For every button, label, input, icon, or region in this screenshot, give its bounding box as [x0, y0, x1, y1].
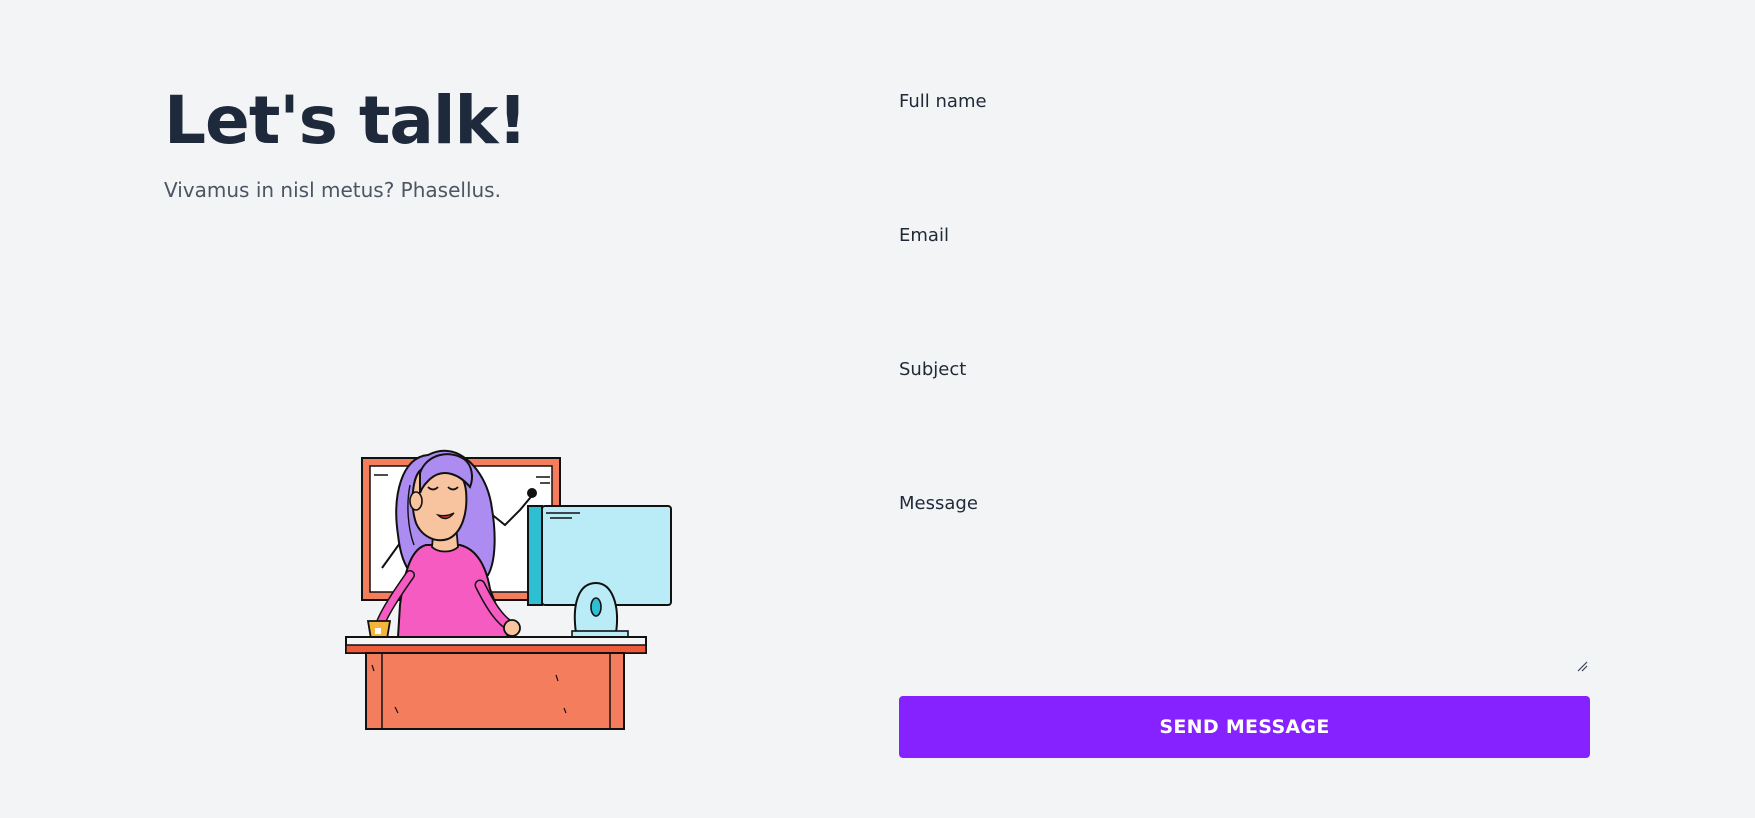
full-name-group: Full name — [899, 90, 1590, 170]
message-textarea-wrap — [899, 524, 1590, 674]
full-name-label: Full name — [899, 91, 987, 112]
email-group: Email — [899, 224, 1590, 304]
send-message-button[interactable]: SEND MESSAGE — [899, 696, 1590, 758]
computer-monitor — [527, 505, 672, 640]
woman-at-desk-illustration — [345, 449, 672, 730]
resize-handle-icon[interactable] — [1576, 660, 1588, 672]
subject-label: Subject — [899, 359, 967, 380]
email-input[interactable] — [899, 256, 1590, 304]
subject-input[interactable] — [899, 390, 1590, 438]
message-textarea[interactable] — [899, 524, 1590, 674]
contact-form: Full name Email Subject Message — [899, 90, 1590, 674]
email-label: Email — [899, 225, 949, 246]
message-label: Message — [899, 493, 978, 514]
desk — [345, 636, 647, 730]
full-name-input[interactable] — [899, 122, 1590, 170]
subject-group: Subject — [899, 358, 1590, 438]
hero-section: Let's talk! Vivamus in nisl metus? Phase… — [164, 82, 724, 203]
page-title: Let's talk! — [164, 82, 528, 159]
message-group: Message — [899, 492, 1590, 674]
page-subtitle: Vivamus in nisl metus? Phasellus. — [164, 178, 501, 202]
